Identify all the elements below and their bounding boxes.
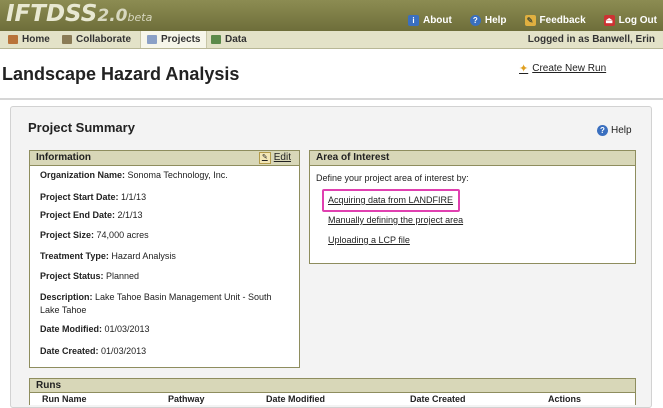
page-title: Landscape Hazard Analysis — [2, 64, 240, 84]
info-label: Date Modified: — [40, 324, 102, 334]
information-title: Information — [36, 152, 91, 163]
info-label: Treatment Type: — [40, 251, 109, 261]
manual-define-link[interactable]: Manually defining the project area — [328, 215, 463, 225]
runs-col-name[interactable]: Run Name — [42, 394, 87, 404]
logout-icon: ⏏ — [603, 15, 615, 26]
collaborate-icon — [62, 35, 72, 44]
tab-data-label: Data — [225, 34, 247, 45]
tab-home[interactable]: Home — [2, 31, 56, 48]
info-value: 01/03/2013 — [101, 346, 147, 356]
info-description: Description: Lake Tahoe Basin Management… — [40, 291, 290, 317]
tab-data[interactable]: Data — [205, 31, 253, 48]
summary-help-label: Help — [611, 125, 632, 136]
runs-header: Runs — [30, 379, 635, 393]
info-value: 1/1/13 — [121, 192, 147, 202]
info-label: Project Status: — [40, 271, 104, 281]
app-logo[interactable]: IFTDSS2.0beta — [6, 1, 152, 27]
info-label: Description: — [40, 292, 93, 302]
feedback-link[interactable]: ✎ Feedback — [524, 15, 586, 26]
info-label: Project Size: — [40, 230, 95, 240]
create-run-label: Create New Run — [532, 63, 607, 74]
main-nav: Home Collaborate Projects Data Logged in… — [0, 31, 663, 49]
home-icon — [8, 35, 18, 44]
help-label: Help — [484, 15, 507, 26]
summary-help-link[interactable]: ? Help — [597, 125, 632, 136]
info-start-date: Project Start Date: 1/1/13 — [40, 191, 290, 204]
tab-collaborate-label: Collaborate — [76, 34, 132, 45]
info-value: 74,000 acres — [96, 230, 149, 240]
logo-version: 2.0 — [97, 6, 128, 26]
runs-col-pathway[interactable]: Pathway — [168, 394, 205, 404]
info-value: Planned — [106, 271, 140, 281]
area-of-interest-panel: Area of Interest Define your project are… — [309, 150, 636, 264]
logged-in-user: Logged in as Banwell, Erin — [527, 34, 655, 45]
project-summary-title: Project Summary — [28, 120, 135, 135]
about-label: About — [422, 15, 452, 26]
projects-icon — [147, 35, 157, 44]
edit-label: Edit — [273, 152, 291, 163]
area-of-interest-title: Area of Interest — [316, 152, 390, 163]
upload-lcp-link[interactable]: Uploading a LCP file — [328, 235, 410, 245]
runs-col-date-created[interactable]: Date Created — [410, 394, 466, 404]
top-header: IFTDSS2.0beta i About ? Help ✎ Feedback … — [0, 0, 663, 32]
logout-link[interactable]: ⏏ Log Out — [603, 15, 657, 26]
help-icon: ? — [597, 125, 608, 136]
info-project-status: Project Status: Planned — [40, 270, 290, 283]
logout-label: Log Out — [618, 15, 657, 26]
runs-column-headers: Run Name Pathway Date Modified Date Crea… — [30, 393, 635, 405]
info-value: Sonoma Technology, Inc. — [127, 170, 228, 180]
info-label: Date Created: — [40, 346, 99, 356]
info-value: 01/03/2013 — [104, 324, 150, 334]
info-date-modified: Date Modified: 01/03/2013 — [40, 323, 290, 336]
data-icon — [211, 35, 221, 44]
tab-projects-label: Projects — [161, 34, 201, 45]
runs-col-actions: Actions — [548, 394, 582, 404]
edit-link[interactable]: ✎ Edit — [258, 151, 291, 165]
logo-main: IFTDSS — [6, 1, 98, 27]
info-value: Hazard Analysis — [111, 251, 176, 261]
runs-panel: Runs Run Name Pathway Date Modified Date… — [29, 378, 636, 405]
info-label: Project Start Date: — [40, 192, 119, 202]
feedback-label: Feedback — [539, 15, 586, 26]
info-value: 2/1/13 — [117, 210, 143, 220]
title-divider — [0, 98, 663, 100]
info-label: Organization Name: — [40, 170, 126, 180]
tab-collaborate[interactable]: Collaborate — [56, 31, 137, 48]
information-header: Information ✎ Edit — [30, 151, 299, 166]
new-run-icon: ✦ — [519, 63, 529, 75]
info-label: Project End Date: — [40, 210, 116, 220]
edit-icon: ✎ — [258, 152, 271, 164]
runs-col-date-modified[interactable]: Date Modified — [266, 394, 325, 404]
help-icon: ? — [469, 15, 481, 26]
info-project-size: Project Size: 74,000 acres — [40, 229, 290, 242]
info-treatment-type: Treatment Type: Hazard Analysis — [40, 250, 290, 263]
area-of-interest-header: Area of Interest — [310, 151, 635, 166]
aoi-intro: Define your project area of interest by: — [316, 173, 469, 183]
help-link[interactable]: ? Help — [469, 15, 507, 26]
about-link[interactable]: i About — [407, 15, 452, 26]
landfire-link[interactable]: Acquiring data from LANDFIRE — [328, 195, 453, 205]
info-date-created: Date Created: 01/03/2013 — [40, 345, 290, 358]
information-panel: Information ✎ Edit Organization Name: So… — [29, 150, 300, 368]
feedback-icon: ✎ — [524, 15, 536, 26]
info-icon: i — [407, 15, 419, 26]
info-organization: Organization Name: Sonoma Technology, In… — [40, 169, 290, 182]
create-new-run-link[interactable]: ✦ Create New Run — [519, 62, 606, 75]
tab-projects[interactable]: Projects — [140, 31, 208, 48]
header-links: i About ? Help ✎ Feedback ⏏ Log Out — [407, 15, 657, 26]
logo-beta: beta — [127, 11, 153, 24]
info-end-date: Project End Date: 2/1/13 — [40, 209, 290, 222]
tab-home-label: Home — [22, 34, 50, 45]
